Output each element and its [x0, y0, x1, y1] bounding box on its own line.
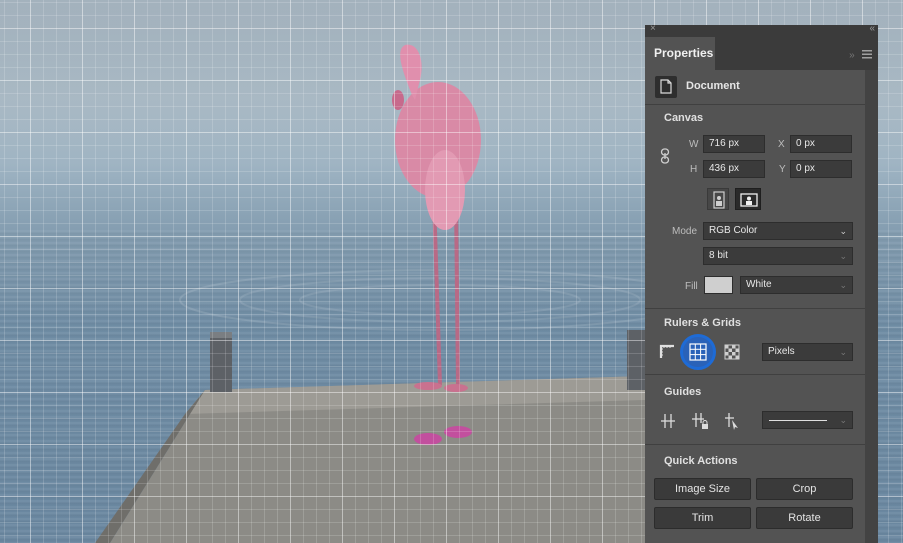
ruler-units-value: Pixels: [768, 346, 795, 357]
panel-scrollbar[interactable]: [865, 70, 878, 543]
section-divider: [645, 444, 865, 445]
height-label: H: [690, 164, 698, 175]
document-title: Document: [686, 80, 740, 92]
rotate-button[interactable]: Rotate: [756, 507, 853, 529]
section-divider: [645, 374, 865, 375]
document-section: Document: [645, 70, 865, 105]
smart-guides-button[interactable]: [722, 410, 744, 432]
ruler-units-dropdown[interactable]: Pixels ⌄: [762, 343, 853, 361]
ruler-toggle-button[interactable]: [657, 341, 679, 363]
crop-button[interactable]: Crop: [756, 478, 853, 500]
chevron-down-icon: ⌄: [839, 415, 847, 425]
lock-guides-icon: [692, 413, 708, 429]
pixel-grid-toggle-button[interactable]: [721, 341, 743, 363]
color-mode-value: RGB Color: [709, 225, 758, 236]
guide-style-dropdown[interactable]: ⌄: [762, 411, 853, 429]
chevron-down-icon: ⌄: [839, 251, 847, 261]
fill-value: White: [746, 279, 772, 290]
expand-icon[interactable]: »: [849, 50, 855, 61]
ruler-icon: [659, 344, 674, 358]
y-label: Y: [779, 164, 786, 175]
trim-button[interactable]: Trim: [654, 507, 751, 529]
show-guides-button[interactable]: [657, 410, 679, 432]
panel-titlebar: × «: [645, 23, 878, 37]
tab-properties-label: Properties: [654, 46, 714, 60]
quick-actions-section-title: Quick Actions: [664, 455, 738, 467]
bit-depth-dropdown[interactable]: 8 bit ⌄: [703, 247, 853, 265]
portrait-orientation-icon: [713, 191, 725, 209]
width-label: W: [689, 139, 699, 150]
x-field[interactable]: 0 px: [790, 135, 852, 153]
tab-properties[interactable]: Properties: [645, 37, 715, 70]
portrait-button[interactable]: [707, 188, 729, 210]
lock-guides-button[interactable]: [689, 410, 711, 432]
landscape-button[interactable]: [735, 188, 761, 210]
width-field[interactable]: 716 px: [703, 135, 765, 153]
image-size-button[interactable]: Image Size: [654, 478, 751, 500]
canvas-section-title: Canvas: [664, 112, 704, 124]
chevron-down-icon: ⌄: [839, 280, 847, 290]
close-panel-icon[interactable]: ×: [650, 23, 656, 34]
grid-toggle-highlight[interactable]: [680, 334, 716, 370]
height-field[interactable]: 436 px: [703, 160, 765, 178]
document-icon: [655, 76, 677, 98]
chevron-down-icon: ⌄: [839, 347, 847, 357]
mode-label: Mode: [672, 226, 698, 237]
grid-icon: [689, 343, 707, 361]
fill-label: Fill: [685, 281, 698, 292]
bit-depth-value: 8 bit: [709, 250, 728, 261]
smart-guides-icon: [725, 413, 738, 430]
rulers-grids-section-title: Rulers & Grids: [664, 317, 742, 329]
chevron-down-icon: ⌄: [839, 226, 847, 236]
panel-menu-area: »: [849, 47, 872, 61]
fill-color-swatch[interactable]: [704, 276, 733, 294]
guides-section-title: Guides: [664, 386, 702, 398]
panel-tab-row: Properties »: [645, 37, 878, 70]
x-label: X: [778, 139, 785, 150]
y-field[interactable]: 0 px: [790, 160, 852, 178]
section-divider: [645, 308, 865, 309]
guide-line-style: [769, 420, 827, 421]
link-icon[interactable]: [660, 148, 670, 164]
properties-panel: × « Properties » Document Canvas W 716 p…: [645, 23, 878, 543]
hamburger-menu-icon[interactable]: [862, 50, 872, 59]
collapse-panel-icon[interactable]: «: [869, 23, 874, 34]
landscape-orientation-icon: [740, 193, 758, 207]
color-mode-dropdown[interactable]: RGB Color ⌄: [703, 222, 853, 240]
pixel-grid-icon: [724, 344, 740, 360]
fill-dropdown[interactable]: White ⌄: [740, 276, 853, 294]
guides-icon: [661, 414, 675, 428]
